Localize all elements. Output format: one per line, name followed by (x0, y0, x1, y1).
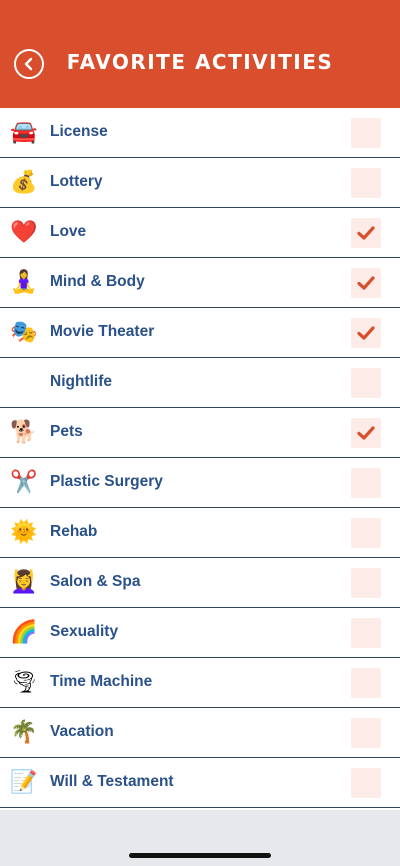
activity-checkbox[interactable] (351, 768, 381, 798)
activities-list: 🏋Lifestyle🚘License💰Lottery❤️Love🧘‍♀️Mind… (0, 58, 400, 808)
activity-emoji-icon (11, 370, 37, 396)
activity-label: Movie Theater (50, 323, 155, 340)
list-item[interactable]: 🌞 Rehab (0, 508, 400, 558)
activity-checkbox[interactable] (351, 718, 381, 748)
page-title: FAVORITE ACTIVITIES (66, 50, 334, 74)
home-indicator[interactable] (129, 853, 271, 858)
list-item[interactable]: 🚘 License (0, 108, 400, 158)
activity-label: Will & Testament (50, 773, 174, 790)
activity-emoji-icon: ✂️ (10, 470, 38, 495)
activity-label: Love (50, 223, 87, 240)
activity-checkbox[interactable] (351, 368, 381, 398)
list-item[interactable]: 📝 Will & Testament (0, 758, 400, 808)
activity-label: Salon & Spa (50, 573, 141, 590)
list-item[interactable]: ❤️ Love (0, 208, 400, 258)
activity-checkbox[interactable] (351, 268, 381, 298)
activity-checkbox[interactable] (351, 218, 381, 248)
activity-emoji-icon: 🎭 (10, 320, 38, 345)
activity-label: Time Machine (50, 673, 153, 690)
activity-emoji-icon: 📝 (10, 770, 38, 795)
activity-label: License (50, 123, 108, 140)
activity-label: Pets (50, 423, 83, 440)
activity-emoji-icon: ❤️ (10, 220, 38, 245)
list-item[interactable]: ✂️ Plastic Surgery (0, 458, 400, 508)
activity-label: Vacation (50, 723, 114, 740)
list-item[interactable]: 💆‍♀️ Salon & Spa (0, 558, 400, 608)
activity-emoji-icon: 💆‍♀️ (10, 570, 38, 595)
list-item[interactable]: 🎭 Movie Theater (0, 308, 400, 358)
activity-emoji-icon: 🌈 (10, 620, 38, 645)
list-item[interactable]: 🌪 Time Machine (0, 658, 400, 708)
activity-checkbox[interactable] (351, 118, 381, 148)
activity-emoji-icon: 🌞 (10, 520, 38, 545)
activity-checkbox[interactable] (351, 468, 381, 498)
checkmark-icon (357, 426, 375, 440)
activity-checkbox[interactable] (351, 568, 381, 598)
activity-checkbox[interactable] (351, 418, 381, 448)
activity-emoji-icon: 💰 (10, 170, 38, 195)
activity-label: Rehab (50, 523, 98, 540)
activity-label: Plastic Surgery (50, 473, 163, 490)
checkmark-icon (357, 326, 375, 340)
list-item[interactable]: 🧘‍♀️ Mind & Body (0, 258, 400, 308)
activity-emoji-icon: 🐕 (10, 420, 38, 445)
list-item[interactable]: 🐕 Pets (0, 408, 400, 458)
list-item[interactable]: 🌈 Sexuality (0, 608, 400, 658)
activity-checkbox[interactable] (351, 318, 381, 348)
activity-emoji-icon: 🧘‍♀️ (10, 270, 38, 295)
checkmark-icon (357, 276, 375, 290)
list-item[interactable]: 🌴 Vacation (0, 708, 400, 758)
activity-emoji-icon: 🌴 (10, 720, 38, 745)
activity-checkbox[interactable] (351, 618, 381, 648)
list-item[interactable]: Nightlife (0, 358, 400, 408)
activity-emoji-icon: 🚘 (10, 120, 38, 145)
checkmark-icon (357, 226, 375, 240)
activity-label: Sexuality (50, 623, 119, 640)
list-item[interactable]: 💰 Lottery (0, 158, 400, 208)
activity-checkbox[interactable] (351, 668, 381, 698)
activity-label: Nightlife (50, 373, 112, 390)
activity-checkbox[interactable] (351, 518, 381, 548)
header-bar: FAVORITE ACTIVITIES (0, 0, 400, 108)
activity-checkbox[interactable] (351, 168, 381, 198)
activity-emoji-icon: 🌪 (10, 670, 38, 695)
activity-label: Lottery (50, 173, 103, 190)
activity-label: Mind & Body (50, 273, 145, 290)
